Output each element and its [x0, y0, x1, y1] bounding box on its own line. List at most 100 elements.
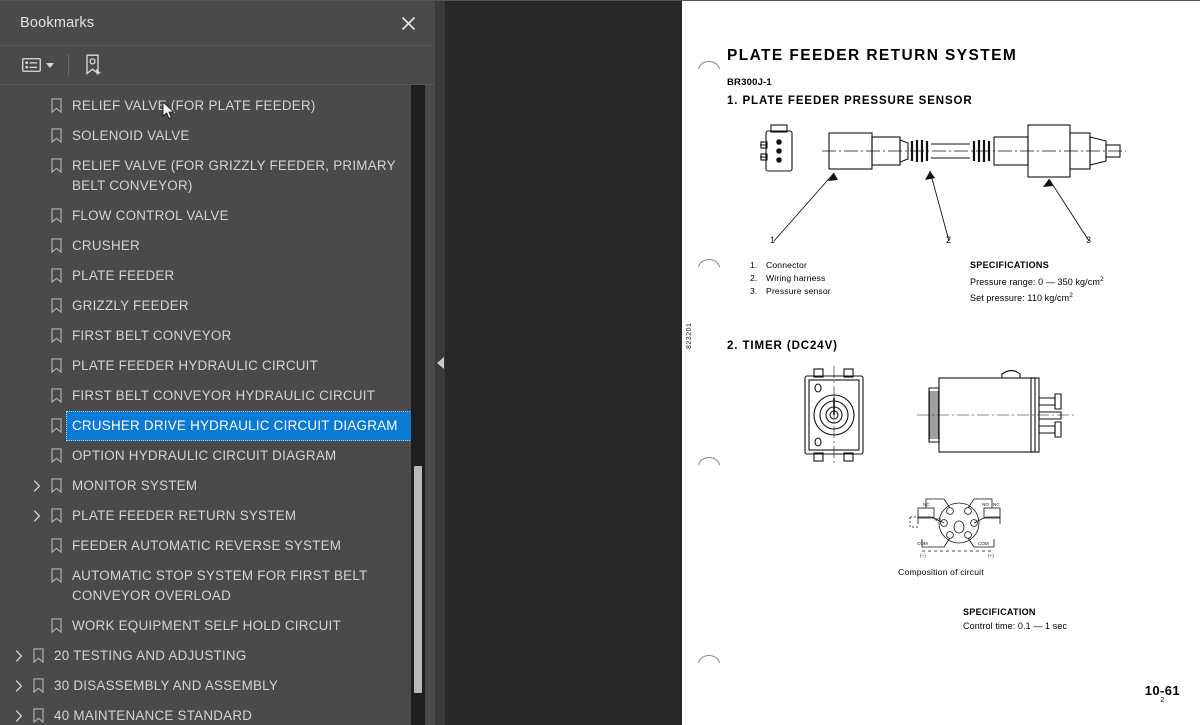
bookmark-icon — [46, 381, 66, 403]
bookmarks-panel-header: Bookmarks — [0, 1, 435, 45]
chevron-right-icon[interactable] — [28, 501, 46, 522]
chevron-right-icon[interactable] — [10, 641, 28, 662]
bookmark-icon — [46, 471, 66, 493]
bookmark-item[interactable]: CRUSHER DRIVE HYDRAULIC CIRCUIT DIAGRAM — [0, 411, 412, 441]
bookmark-icon — [46, 321, 66, 343]
bookmark-label: PLATE FEEDER HYDRAULIC CIRCUIT — [72, 358, 319, 373]
bookmark-label: FIRST BELT CONVEYOR HYDRAULIC CIRCUIT — [72, 388, 376, 403]
legend-text: Wiring harness — [766, 273, 826, 283]
svg-text:NC: NC — [993, 502, 1000, 507]
page-corner-mark — [698, 457, 720, 467]
svg-text:NO: NO — [982, 502, 989, 507]
legend-item: 3. Pressure sensor — [750, 285, 831, 298]
callout-1: 1 — [770, 235, 775, 244]
bookmark-item[interactable]: MONITOR SYSTEM — [0, 471, 412, 501]
bookmark-icon — [46, 261, 66, 283]
bookmark-item[interactable]: WORK EQUIPMENT SELF HOLD CIRCUIT — [0, 611, 412, 641]
bookmark-icon — [46, 291, 66, 313]
bookmark-icon — [46, 91, 66, 113]
document-viewer[interactable]: PLATE FEEDER RETURN SYSTEM BR300J-1 1. P… — [445, 0, 1200, 725]
panel-collapse-handle[interactable] — [435, 0, 445, 725]
bookmark-item[interactable]: 30 DISASSEMBLY AND ASSEMBLY — [0, 671, 412, 701]
bookmark-label: PLATE FEEDER RETURN SYSTEM — [72, 508, 297, 523]
bookmark-item[interactable]: RELIEF VALVE (FOR GRIZZLY FEEDER, PRIMAR… — [0, 151, 412, 201]
bookmarks-list: RELIEF VALVE (FOR PLATE FEEDER) SOLENOID … — [0, 85, 412, 725]
legend-number: 1. — [750, 260, 758, 270]
bookmark-label: RELIEF VALVE (FOR GRIZZLY FEEDER, PRIMAR… — [72, 158, 396, 193]
bookmark-label: CRUSHER DRIVE HYDRAULIC CIRCUIT DIAGRAM — [66, 411, 412, 441]
chevron-right-icon[interactable] — [28, 471, 46, 492]
bookmark-item[interactable]: RELIEF VALVE (FOR PLATE FEEDER) — [0, 91, 412, 121]
bookmark-label: 20 TESTING AND ADJUSTING — [54, 648, 247, 663]
bookmark-item[interactable]: 20 TESTING AND ADJUSTING — [0, 641, 412, 671]
chevron-right-icon[interactable] — [10, 701, 28, 722]
bookmark-icon — [28, 671, 48, 693]
collapse-left-icon — [436, 357, 444, 369]
bookmark-label: FEEDER AUTOMATIC REVERSE SYSTEM — [72, 538, 342, 553]
section-1-title: 1. PLATE FEEDER PRESSURE SENSOR — [727, 95, 973, 107]
bookmarks-scrollbar-track[interactable] — [411, 85, 425, 725]
page-number-value: 10-61 — [1144, 683, 1180, 698]
bookmark-item[interactable]: FIRST BELT CONVEYOR — [0, 321, 412, 351]
page-number: 10-61 2 — [1145, 683, 1180, 704]
bookmark-item[interactable]: FIRST BELT CONVEYOR HYDRAULIC CIRCUIT — [0, 381, 412, 411]
pressure-sensor-figure: 1 2 3 — [734, 109, 1134, 249]
bookmarks-scrollbar-thumb[interactable] — [414, 465, 422, 693]
svg-text:(−): (−) — [920, 553, 926, 558]
bookmark-icon — [46, 151, 66, 173]
bookmark-item[interactable]: AUTOMATIC STOP SYSTEM FOR FIRST BELT CON… — [0, 561, 412, 611]
bookmark-label: WORK EQUIPMENT SELF HOLD CIRCUIT — [72, 618, 341, 633]
bookmark-label: RELIEF VALVE (FOR PLATE FEEDER) — [72, 98, 316, 113]
bookmark-item[interactable]: OPTION HYDRAULIC CIRCUIT DIAGRAM — [0, 441, 412, 471]
svg-text:COM: COM — [978, 541, 989, 546]
composition-of-circuit-figure: NC NO COM NO NC COM (−) (+) — [904, 491, 1014, 566]
legend-number: 3. — [750, 286, 758, 296]
bookmark-item[interactable]: 40 MAINTENANCE STANDARD — [0, 701, 412, 725]
svg-text:NO: NO — [934, 517, 941, 522]
model-code: BR300J-1 — [727, 77, 772, 88]
page-corner-mark — [698, 61, 720, 71]
bookmark-label: MONITOR SYSTEM — [72, 478, 198, 493]
bookmark-label: 40 MAINTENANCE STANDARD — [54, 708, 253, 723]
bookmarks-panel: Bookmarks RELIEF VALVE (FOR PLATE FEEDER… — [0, 0, 435, 725]
specifications-block-1: SPECIFICATIONS Pressure range: 0 — 350 k… — [970, 259, 1104, 306]
bookmarks-toolbar — [0, 45, 435, 120]
bookmark-icon — [28, 701, 48, 723]
figure-legend: 1. Connector 2. Wiring harness 3. Pressu… — [750, 259, 831, 298]
callout-3: 3 — [1086, 235, 1091, 244]
bookmark-item[interactable]: FEEDER AUTOMATIC REVERSE SYSTEM — [0, 531, 412, 561]
page-number-sub: 2 — [1160, 697, 1165, 704]
bookmark-icon — [46, 231, 66, 253]
figure-caption: Composition of circuit — [898, 567, 984, 577]
bookmark-label: GRIZZLY FEEDER — [72, 298, 189, 313]
bookmark-icon — [46, 561, 66, 583]
bookmark-item[interactable]: PLATE FEEDER — [0, 261, 412, 291]
toolbar-separator — [68, 54, 69, 76]
bookmark-label: PLATE FEEDER — [72, 268, 175, 283]
legend-text: Connector — [766, 260, 807, 270]
chevron-down-icon — [46, 62, 54, 68]
bookmark-icon — [46, 121, 66, 143]
list-options-icon[interactable] — [20, 51, 56, 79]
bookmark-item[interactable]: FLOW CONTROL VALVE — [0, 201, 412, 231]
spec-line: Control time: 0.1 — 1 sec — [963, 620, 1068, 631]
chevron-right-icon[interactable] — [10, 671, 28, 692]
legend-text: Pressure sensor — [766, 286, 831, 296]
close-icon[interactable] — [395, 10, 421, 36]
page-title: PLATE FEEDER RETURN SYSTEM — [727, 47, 1018, 64]
bookmark-label: AUTOMATIC STOP SYSTEM FOR FIRST BELT CON… — [72, 568, 368, 603]
bookmark-item[interactable]: SOLENOID VALVE — [0, 121, 412, 151]
bookmark-item[interactable]: GRIZZLY FEEDER — [0, 291, 412, 321]
bookmark-label: FLOW CONTROL VALVE — [72, 208, 229, 223]
bookmark-label: FIRST BELT CONVEYOR — [72, 328, 232, 343]
bookmark-icon — [46, 611, 66, 633]
new-bookmark-icon[interactable] — [81, 51, 105, 79]
bookmark-item[interactable]: PLATE FEEDER HYDRAULIC CIRCUIT — [0, 351, 412, 381]
panel-title: Bookmarks — [20, 15, 95, 31]
bookmark-item[interactable]: CRUSHER — [0, 231, 412, 261]
bookmark-item[interactable]: PLATE FEEDER RETURN SYSTEM — [0, 501, 412, 531]
bookmarks-list-container: RELIEF VALVE (FOR PLATE FEEDER) SOLENOID … — [0, 85, 435, 725]
pdf-reader-window: Bookmarks RELIEF VALVE (FOR PLATE FEEDER… — [0, 0, 1200, 725]
specification-block-2: SPECIFICATION Control time: 0.1 — 1 sec — [963, 606, 1067, 633]
svg-text:(+): (+) — [988, 553, 994, 558]
